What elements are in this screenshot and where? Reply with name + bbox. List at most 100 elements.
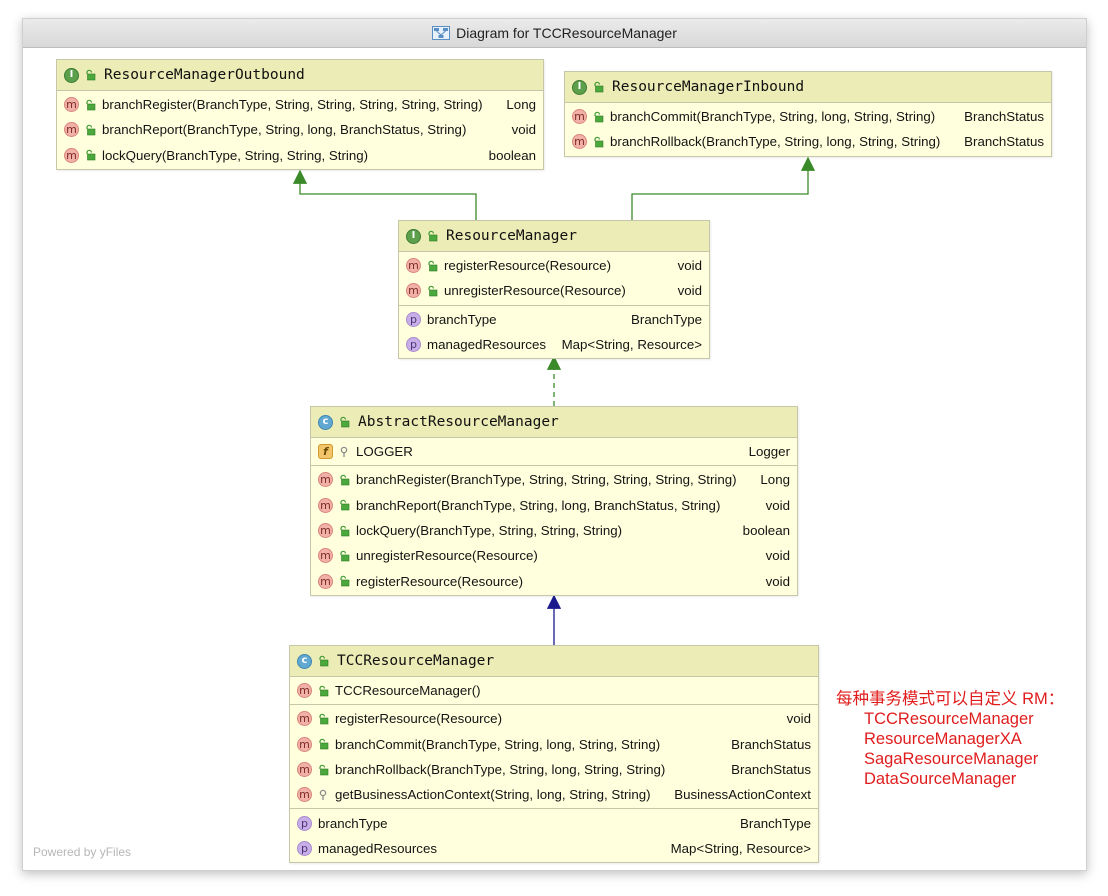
method-row[interactable]: m registerResource(Resource) void (311, 568, 797, 593)
member-signature: registerResource(Resource) (444, 258, 612, 274)
member-type: BranchStatus (964, 134, 1044, 150)
class-name: ResourceManagerOutbound (104, 67, 305, 83)
method-row[interactable]: m branchReport(BranchType, String, long, … (311, 493, 797, 518)
member-type: BranchStatus (731, 762, 811, 778)
method-row[interactable]: m branchCommit(BranchType, String, long, … (565, 104, 1051, 129)
member-section: m branchRegister(BranchType, String, Stri… (311, 466, 797, 594)
member-type: Map<String, Resource> (670, 840, 811, 856)
member-signature: branchCommit(BranchType, String, long, S… (335, 736, 661, 752)
method-icon: m (64, 122, 79, 138)
public-unlock-icon (84, 149, 96, 161)
class-header[interactable]: I ResourceManagerInbound (565, 72, 1051, 103)
member-type: void (677, 258, 702, 274)
member-section: p branchType BranchType p managedResources Ma… (290, 809, 818, 862)
public-unlock-icon (338, 499, 350, 511)
method-row[interactable]: m branchRegister(BranchType, String, Stri… (57, 92, 543, 117)
member-type: void (511, 122, 536, 138)
method-row[interactable]: m branchRollback(BranchType, String, long… (565, 129, 1051, 154)
class-icon: c (318, 414, 333, 430)
member-signature: branchRegister(BranchType, String, Strin… (356, 472, 737, 488)
member-signature: registerResource(Resource) (335, 711, 503, 727)
public-unlock-icon (592, 81, 604, 93)
method-row[interactable]: m branchRollback(BranchType, String, long… (290, 757, 818, 782)
member-signature: branchRollback(BranchType, String, long,… (610, 134, 941, 150)
method-icon: m (572, 134, 587, 150)
method-icon: m (318, 548, 333, 564)
extends-outbound-edge (292, 169, 477, 220)
method-row[interactable]: m unregisterResource(Resource) void (399, 278, 709, 303)
method-row[interactable]: m lockQuery(BranchType, String, String, S… (57, 143, 543, 168)
method-row[interactable]: m branchCommit(BranchType, String, long, … (290, 732, 818, 757)
member-signature: unregisterResource(Resource) (444, 283, 626, 299)
extends-inbound-edge (631, 156, 816, 220)
interface-icon: I (572, 79, 587, 95)
property-icon: p (406, 311, 421, 327)
method-row[interactable]: m registerResource(Resource) void (290, 706, 818, 731)
member-signature: getBusinessActionContext(String, long, S… (335, 787, 651, 803)
member-signature: branchType (427, 311, 497, 327)
member-type: void (786, 711, 811, 727)
member-signature: branchRegister(BranchType, String, Strin… (102, 97, 483, 113)
member-signature: branchReport(BranchType, String, long, B… (102, 122, 467, 138)
method-row[interactable]: m branchRegister(BranchType, String, Stri… (311, 467, 797, 492)
method-icon: m (318, 523, 333, 539)
note-item: DataSourceManager (864, 770, 1017, 788)
method-row[interactable]: m lockQuery(BranchType, String, String, S… (311, 518, 797, 543)
method-icon: m (572, 109, 587, 125)
public-unlock-icon (84, 69, 96, 81)
method-icon: m (64, 97, 79, 113)
interface-resource-manager-outbound[interactable]: I ResourceManagerOutbound m branchRegister(… (56, 59, 544, 170)
method-icon: m (64, 147, 79, 163)
public-unlock-icon (592, 136, 604, 148)
method-row[interactable]: m branchReport(BranchType, String, long, … (57, 117, 543, 142)
member-type: void (765, 497, 790, 513)
member-section: p branchType BranchType p managedResources Ma… (399, 306, 709, 359)
method-icon: m (297, 711, 312, 727)
class-name: AbstractResourceManager (358, 414, 559, 430)
member-type: void (677, 283, 702, 299)
interface-resource-manager-inbound[interactable]: I ResourceManagerInbound m branchCommit(Bra… (564, 71, 1052, 157)
member-section: m branchCommit(BranchType, String, long, … (565, 103, 1051, 156)
member-signature: unregisterResource(Resource) (356, 548, 538, 564)
class-header[interactable]: c TCCResourceManager (290, 646, 818, 677)
class-header[interactable]: I ResourceManager (399, 221, 709, 252)
class-abstract-resource-manager[interactable]: c AbstractResourceManager f LOGGER Logger m br… (310, 406, 798, 596)
method-icon: m (318, 573, 333, 589)
note-item: TCCResourceManager (864, 710, 1034, 728)
private-lock-icon (338, 446, 350, 458)
method-icon: m (318, 472, 333, 488)
public-unlock-icon (338, 525, 350, 537)
method-row[interactable]: m TCCResourceManager() (290, 678, 818, 703)
class-header[interactable]: I ResourceManagerOutbound (57, 60, 543, 91)
method-row[interactable]: m registerResource(Resource) void (399, 253, 709, 278)
property-row[interactable]: p branchType BranchType (399, 307, 709, 332)
public-unlock-icon (84, 99, 96, 111)
member-signature: lockQuery(BranchType, String, String, St… (356, 523, 623, 539)
member-type: Logger (748, 444, 790, 460)
method-row[interactable]: m unregisterResource(Resource) void (311, 543, 797, 568)
public-unlock-icon (338, 416, 350, 428)
class-icon: c (297, 653, 312, 669)
class-name: TCCResourceManager (337, 653, 495, 669)
member-signature: LOGGER (356, 444, 413, 460)
class-tcc-resource-manager[interactable]: c TCCResourceManager m TCCResourceManager()… (289, 645, 819, 864)
public-unlock-icon (84, 124, 96, 136)
property-row[interactable]: p managedResources Map<String, Resource> (290, 836, 818, 861)
property-icon: p (297, 840, 312, 856)
method-row[interactable]: m getBusinessActionContext(String, long, … (290, 782, 818, 807)
method-icon: m (297, 787, 312, 803)
property-row[interactable]: p managedResources Map<String, Resource> (399, 332, 709, 357)
member-signature: branchReport(BranchType, String, long, B… (356, 497, 721, 513)
public-unlock-icon (317, 685, 329, 697)
private-lock-icon (317, 789, 329, 801)
member-section: m registerResource(Resource) void m branchCo… (290, 705, 818, 810)
class-header[interactable]: c AbstractResourceManager (311, 407, 797, 438)
member-type: BranchType (740, 815, 811, 831)
field-icon: f (318, 444, 333, 460)
member-type: BranchStatus (964, 109, 1044, 125)
interface-resource-manager[interactable]: I ResourceManager m registerResource(Resour… (398, 220, 710, 360)
property-row[interactable]: p branchType BranchType (290, 810, 818, 835)
field-row[interactable]: f LOGGER Logger (311, 439, 797, 464)
member-signature: TCCResourceManager() (335, 683, 481, 699)
member-signature: managedResources (318, 840, 438, 856)
